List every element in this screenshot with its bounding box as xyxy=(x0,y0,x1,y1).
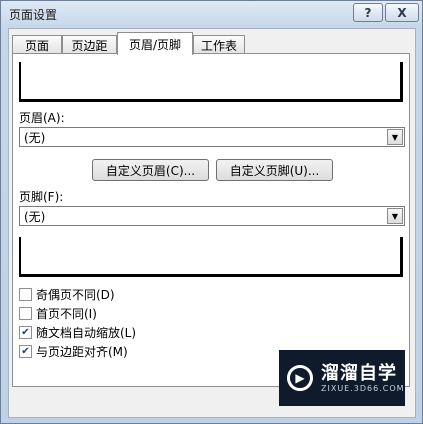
option-first-page-label: 首页不同(I) xyxy=(36,307,97,321)
custom-footer-button[interactable]: 自定义页脚(U)... xyxy=(216,159,333,181)
option-scale-with-doc[interactable]: ✔ 随文档自动缩放(L) xyxy=(19,324,136,341)
close-icon: X xyxy=(397,5,407,20)
checkbox-scale-with-doc[interactable]: ✔ xyxy=(19,326,32,339)
tab-header-footer[interactable]: 页眉/页脚 xyxy=(117,32,193,55)
tab-page[interactable]: 页面 xyxy=(12,35,62,54)
header-select-value: (无) xyxy=(24,130,46,145)
tab-sheet[interactable]: 工作表 xyxy=(193,35,245,54)
watermark-brand: 溜溜自学 xyxy=(321,362,397,384)
option-odd-even-label: 奇偶页不同(D) xyxy=(36,288,115,302)
option-first-page[interactable]: 首页不同(I) xyxy=(19,305,97,322)
close-button[interactable]: X xyxy=(385,3,419,22)
footer-select-value: (无) xyxy=(24,209,46,224)
footer-preview xyxy=(19,237,403,277)
option-align-margins[interactable]: ✔ 与页边距对齐(M) xyxy=(19,343,128,360)
checkmark-icon: ✔ xyxy=(21,345,30,357)
checkbox-first-page[interactable] xyxy=(19,307,32,320)
watermark-text: 溜溜自学 ZIXUE.3D66.COM xyxy=(321,362,405,393)
page-setup-dialog: 页面设置 ? X 页面 页边距 页眉/页脚 工作表 页眉(A): (无) ▼ 自… xyxy=(0,0,423,424)
checkmark-icon: ✔ xyxy=(21,326,30,338)
chevron-down-icon[interactable]: ▼ xyxy=(387,208,403,224)
header-label: 页眉(A): xyxy=(19,111,65,125)
footer-select[interactable]: (无) ▼ xyxy=(19,206,405,226)
watermark-site: ZIXUE.3D66.COM xyxy=(321,383,405,393)
chevron-down-icon[interactable]: ▼ xyxy=(387,129,403,145)
footer-label: 页脚(F): xyxy=(19,190,64,204)
checkbox-odd-even[interactable] xyxy=(19,288,32,301)
header-select[interactable]: (无) ▼ xyxy=(19,127,405,147)
option-odd-even[interactable]: 奇偶页不同(D) xyxy=(19,286,115,303)
checkbox-align-margins[interactable]: ✔ xyxy=(19,345,32,358)
watermark-logo: ▶ 溜溜自学 ZIXUE.3D66.COM xyxy=(279,350,405,406)
help-button[interactable]: ? xyxy=(353,3,383,22)
tab-margins[interactable]: 页边距 xyxy=(62,35,117,54)
header-footer-panel: 页眉(A): (无) ▼ 自定义页眉(C)... 自定义页脚(U)... 页脚(… xyxy=(12,53,410,387)
play-icon: ▶ xyxy=(287,365,313,391)
header-preview xyxy=(19,62,403,102)
option-align-margins-label: 与页边距对齐(M) xyxy=(36,345,128,359)
custom-header-button[interactable]: 自定义页眉(C)... xyxy=(92,159,209,181)
option-scale-with-doc-label: 随文档自动缩放(L) xyxy=(36,326,137,340)
dialog-title: 页面设置 xyxy=(9,8,58,22)
help-icon: ? xyxy=(364,5,372,20)
